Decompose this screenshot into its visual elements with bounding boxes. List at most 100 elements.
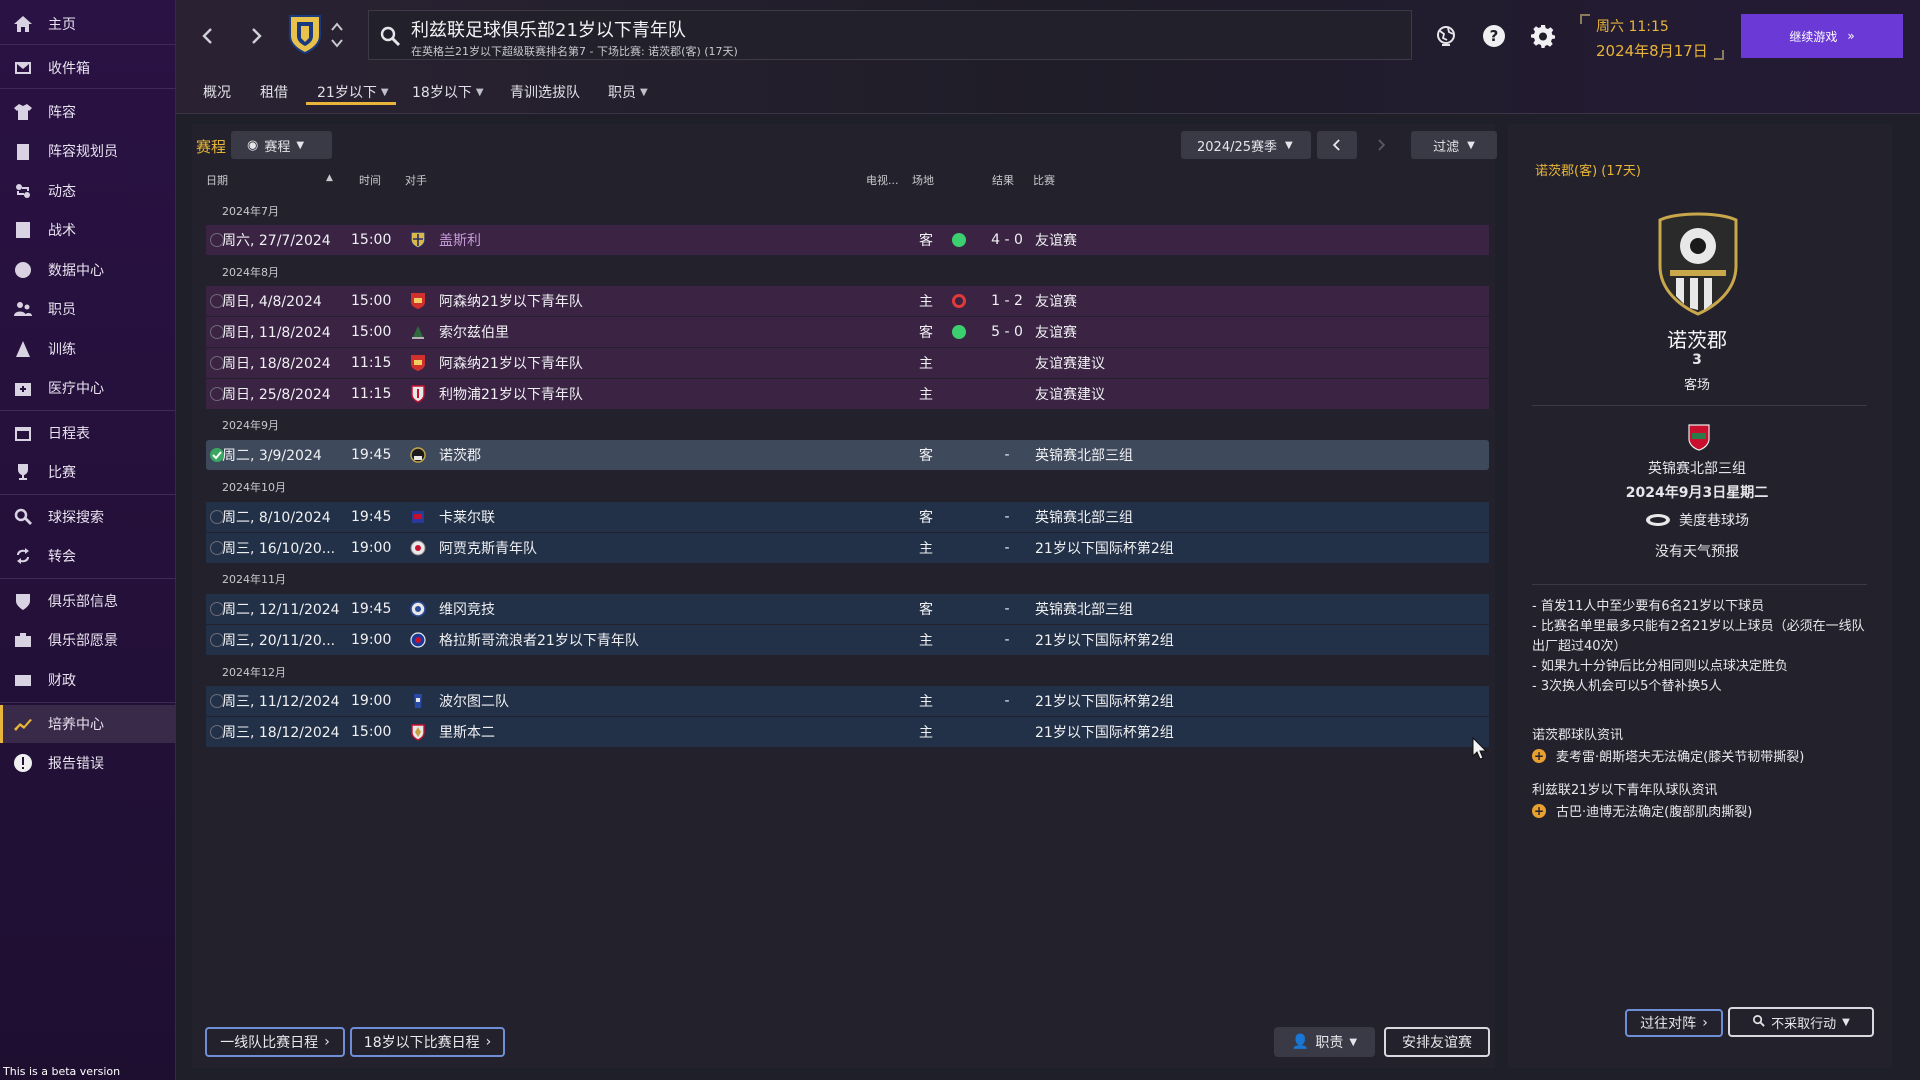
column-header-competition[interactable]: 比赛: [1033, 172, 1055, 188]
tab-u18[interactable]: 18岁以下 ▼: [412, 78, 484, 106]
continue-button[interactable]: 继续游戏 »: [1741, 14, 1903, 58]
help-button[interactable]: ?: [1482, 24, 1506, 48]
fixture-row[interactable]: 周三, 20/11/20... 19:00 格拉斯哥流浪者21岁以下青年队 主 …: [206, 625, 1489, 655]
sidebar-item-transfers[interactable]: 转会: [0, 537, 176, 575]
fixture-row[interactable]: 周日, 18/8/2024 11:15 阿森纳21岁以下青年队 主 友谊赛建议: [206, 348, 1489, 378]
sidebar-item-club-info[interactable]: 俱乐部信息: [0, 582, 176, 620]
social-feed-button[interactable]: [1434, 24, 1458, 48]
sidebar-item-inbox[interactable]: 收件箱: [0, 49, 176, 87]
search-bar[interactable]: 利兹联足球俱乐部21岁以下青年队 在英格兰21岁以下超级联赛排名第7 - 下场比…: [368, 10, 1412, 60]
responsibilities-button[interactable]: 👤 职责 ▼: [1274, 1027, 1375, 1057]
fixture-venue: 客: [919, 510, 933, 526]
sidebar-item-finances[interactable]: 财政: [0, 661, 176, 699]
column-header-result[interactable]: 结果: [992, 172, 1014, 188]
fixture-row[interactable]: 周三, 11/12/2024 19:00 波尔图二队 主 - 21岁以下国际杯第…: [206, 686, 1489, 716]
competition-icon[interactable]: [1687, 421, 1711, 451]
sidebar-item-staff[interactable]: 职员: [0, 290, 176, 328]
club-crest-icon[interactable]: [288, 14, 322, 54]
next-season-button[interactable]: [1361, 131, 1401, 159]
back-button[interactable]: [198, 22, 218, 50]
filter-button[interactable]: 过滤 ▼: [1411, 131, 1497, 159]
opponent-name[interactable]: 维冈竞技: [439, 594, 495, 624]
sidebar-item-club-vision[interactable]: 俱乐部愿景: [0, 621, 176, 659]
sidebar-item-label: 比赛: [48, 465, 76, 481]
opponent-name[interactable]: 里斯本二: [439, 717, 495, 747]
divider: [0, 410, 176, 411]
opponent-name[interactable]: 利物浦21岁以下青年队: [439, 379, 583, 409]
rule-line: - 比赛名单里最多只能有2名21岁以上球员（必须在一线队出厂超过40次）: [1532, 619, 1865, 654]
fixture-score: -: [1004, 540, 1010, 556]
column-header-date[interactable]: 日期: [206, 172, 228, 188]
season-dropdown[interactable]: 2024/25赛季 ▼: [1181, 131, 1311, 159]
sidebar-item-competitions[interactable]: 比赛: [0, 453, 176, 491]
fixture-date: 周日, 18/8/2024: [222, 356, 331, 372]
sidebar-item-home[interactable]: 主页: [0, 5, 176, 43]
sidebar-item-tactics[interactable]: 战术: [0, 211, 176, 249]
sidebar-item-squad[interactable]: 阵容: [0, 93, 176, 131]
fixture-row[interactable]: 周日, 11/8/2024 15:00 索尔兹伯里 客 5 - 0 友谊赛: [206, 317, 1489, 347]
first-team-fixtures-button[interactable]: 一线队比赛日程 ›: [205, 1027, 345, 1057]
settings-button[interactable]: [1531, 24, 1555, 48]
opponent-news-item[interactable]: + 麦考雷·朗斯塔夫无法确定(膝关节韧带撕裂): [1532, 746, 1804, 765]
no-action-button[interactable]: 不采取行动 ▼: [1728, 1007, 1874, 1037]
column-label: 日期: [206, 174, 228, 187]
fixture-row-selected[interactable]: 周二, 3/9/2024 19:45 诺茨郡 客 - 英锦赛北部三组: [206, 440, 1489, 470]
opponent-name[interactable]: 阿森纳21岁以下青年队: [439, 286, 583, 316]
tab-overview[interactable]: 概况: [203, 78, 231, 106]
opponent-name[interactable]: 诺茨郡: [439, 440, 481, 470]
month-header: 2024年7月: [222, 205, 279, 218]
opponent-crest-icon: [410, 225, 426, 255]
tab-loans[interactable]: 租借: [260, 78, 288, 106]
sidebar-item-medical[interactable]: 医疗中心: [0, 369, 176, 407]
eye-icon: ◉: [247, 137, 259, 153]
previous-season-button[interactable]: [1317, 131, 1357, 159]
opponent-link[interactable]: 盖斯利: [439, 225, 481, 255]
past-meetings-button[interactable]: 过往对阵 ›: [1625, 1009, 1723, 1037]
opponent-name[interactable]: 格拉斯哥流浪者21岁以下青年队: [439, 625, 639, 655]
switch-team-icon[interactable]: [330, 20, 344, 50]
column-header-venue[interactable]: 场地: [912, 172, 934, 188]
column-header-opponent[interactable]: 对手: [405, 172, 427, 188]
opponent-name[interactable]: 波尔图二队: [439, 686, 509, 716]
opponent-name[interactable]: 诺茨郡: [1532, 324, 1862, 353]
sidebar-item-schedule[interactable]: 日程表: [0, 414, 176, 452]
view-dropdown[interactable]: ◉ 赛程 ▼: [231, 131, 332, 159]
forward-button[interactable]: [246, 22, 266, 50]
opponent-name[interactable]: 阿贾克斯青年队: [439, 533, 537, 563]
fixture-row[interactable]: 周日, 4/8/2024 15:00 阿森纳21岁以下青年队 主 1 - 2 友…: [206, 286, 1489, 316]
opponent-crest-icon[interactable]: [1656, 212, 1740, 316]
sidebar-item-report-bug[interactable]: 报告错误: [0, 744, 176, 782]
fixture-date: 周日, 4/8/2024: [222, 294, 322, 310]
column-header-time[interactable]: 时间: [359, 172, 381, 188]
sidebar-item-dynamics[interactable]: 动态: [0, 172, 176, 210]
sidebar-item-squad-planner[interactable]: 阵容规划员: [0, 132, 176, 170]
fixture-row[interactable]: 周日, 25/8/2024 11:15 利物浦21岁以下青年队 主 友谊赛建议: [206, 379, 1489, 409]
sidebar-item-training[interactable]: 训练: [0, 330, 176, 368]
win-indicator: [952, 225, 966, 255]
opponent-name[interactable]: 卡莱尔联: [439, 502, 495, 532]
opponent-name[interactable]: 索尔兹伯里: [439, 317, 509, 347]
u18-fixtures-button[interactable]: 18岁以下比赛日程 ›: [350, 1027, 505, 1057]
fixture-row[interactable]: 周三, 16/10/20... 19:00 阿贾克斯青年队 主 - 21岁以下国…: [206, 533, 1489, 563]
fixture-row[interactable]: 周六, 27/7/2024 15:00 盖斯利 客 4 - 0 友谊赛: [206, 225, 1489, 255]
divider: [1532, 584, 1867, 585]
tab-staff[interactable]: 职员 ▼: [608, 78, 648, 106]
sidebar-item-data-hub[interactable]: 数据中心: [0, 251, 176, 289]
tab-youth-intake[interactable]: 青训选拔队: [510, 78, 580, 106]
opponent-name[interactable]: 阿森纳21岁以下青年队: [439, 348, 583, 378]
arrange-friendly-button[interactable]: 安排友谊赛: [1384, 1027, 1490, 1057]
tab-label: 概况: [203, 85, 231, 101]
own-team-news-item[interactable]: + 古巴·迪博无法确定(腹部肌肉撕裂): [1532, 801, 1752, 820]
fixture-row[interactable]: 周二, 8/10/2024 19:45 卡莱尔联 客 - 英锦赛北部三组: [206, 502, 1489, 532]
button-label: 不采取行动: [1771, 1016, 1837, 1032]
chevron-down-icon: ▼: [380, 86, 389, 98]
plus-icon: +: [1532, 748, 1546, 763]
column-header-tv[interactable]: 电视...: [866, 172, 899, 188]
next-match-header[interactable]: 诺茨郡(客) (17天): [1535, 160, 1641, 179]
sidebar-item-scouting[interactable]: 球探搜索: [0, 498, 176, 536]
sidebar-item-development[interactable]: 培养中心: [0, 705, 176, 743]
fixture-competition: 21岁以下国际杯第2组: [1035, 694, 1174, 710]
fixture-row[interactable]: 周三, 18/12/2024 15:00 里斯本二 主 21岁以下国际杯第2组: [206, 717, 1489, 747]
fixture-venue: 客: [919, 325, 933, 341]
fixture-row[interactable]: 周二, 12/11/2024 19:45 维冈竞技 客 - 英锦赛北部三组: [206, 594, 1489, 624]
